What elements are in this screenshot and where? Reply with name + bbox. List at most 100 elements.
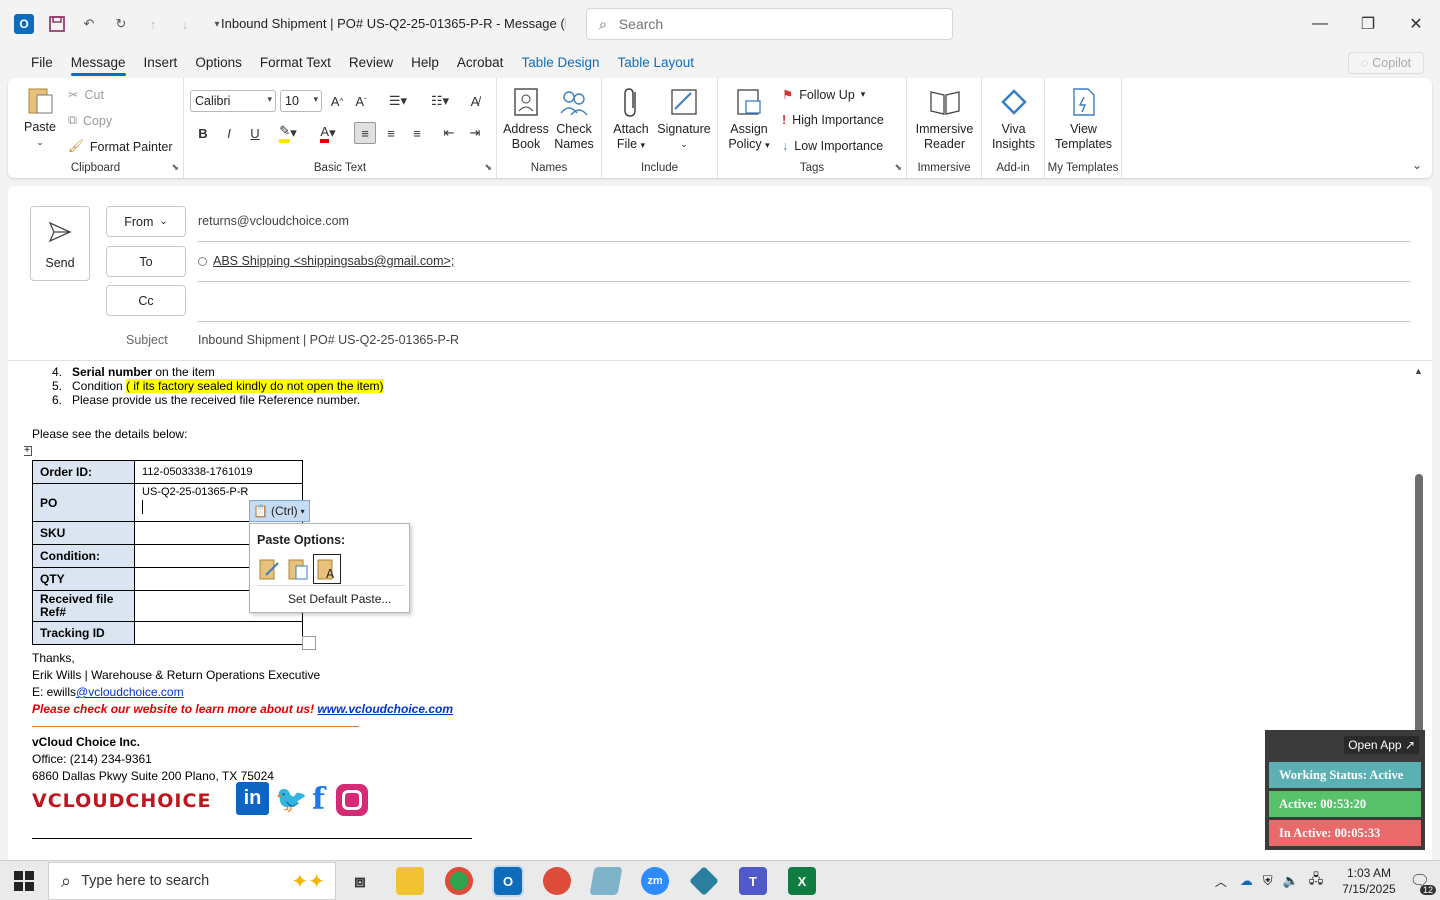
increase-indent-icon[interactable]: ⇥ — [464, 122, 486, 144]
to-field[interactable]: ABS Shipping <shippingsabs@gmail.com>; — [198, 254, 454, 268]
table-move-handle-icon[interactable]: + — [24, 446, 32, 456]
volume-icon[interactable]: 🔈 — [1283, 873, 1299, 889]
undo-icon[interactable]: ↶ — [80, 15, 98, 33]
keep-text-only-icon[interactable]: A — [313, 554, 341, 584]
attach-file-button[interactable]: Attach File ▾ — [606, 86, 656, 153]
dialog-launcher-icon[interactable]: ⬊ — [484, 162, 492, 173]
clock[interactable]: 1:03 AM 7/15/2025 — [1342, 865, 1395, 897]
file-explorer-icon[interactable] — [396, 867, 424, 895]
align-left-icon[interactable]: ≡ — [354, 122, 376, 144]
align-right-icon[interactable]: ≡ — [406, 122, 428, 144]
shrink-font-icon[interactable]: Aˇ — [350, 90, 372, 112]
tab-insert[interactable]: Insert — [135, 48, 187, 78]
scroll-up-icon[interactable]: ▲ — [1414, 366, 1423, 376]
grow-font-icon[interactable]: A ^ — [326, 90, 348, 112]
facebook-icon[interactable]: f — [312, 782, 325, 817]
search-box[interactable]: ⌕ — [586, 8, 953, 40]
keep-source-formatting-icon[interactable] — [257, 556, 281, 582]
font-name-select[interactable]: Calibri ▾ — [190, 90, 276, 112]
tab-table-design[interactable]: Table Design — [512, 48, 608, 78]
tab-review[interactable]: Review — [340, 48, 402, 78]
address-book-button[interactable]: Address Book — [503, 86, 549, 152]
open-app-button[interactable]: Open App ↗ — [1344, 736, 1419, 754]
recipient-token[interactable]: ABS Shipping <shippingsabs@gmail.com>; — [213, 254, 454, 268]
redo-icon[interactable]: ↻ — [112, 15, 130, 33]
send-button[interactable]: Send — [30, 206, 90, 281]
twitter-icon[interactable]: 🐦 — [275, 784, 307, 815]
numbering-icon[interactable]: ☷▾ — [422, 90, 458, 112]
tab-acrobat[interactable]: Acrobat — [448, 48, 513, 78]
paste-options-button[interactable]: 📋 (Ctrl) ▾ — [249, 500, 310, 522]
bold-button[interactable]: B — [192, 122, 214, 144]
zoom-icon[interactable]: zm — [641, 867, 669, 895]
clear-formatting-icon[interactable]: A̸ — [464, 90, 486, 112]
viva-insights-button[interactable]: Viva Insights — [986, 86, 1041, 152]
save-icon[interactable] — [48, 15, 66, 33]
previous-item-icon[interactable]: ↑ — [144, 15, 162, 33]
cut-button[interactable]: ✂ Cut — [68, 87, 104, 103]
view-templates-button[interactable]: View Templates — [1049, 86, 1118, 152]
chrome-icon[interactable] — [445, 867, 473, 895]
email-link[interactable]: @vcloudchoice.com — [76, 685, 184, 699]
collapse-ribbon-icon[interactable]: ⌄ — [1412, 158, 1422, 172]
tab-table-layout[interactable]: Table Layout — [608, 48, 703, 78]
from-button[interactable]: From ⌄ — [106, 206, 186, 237]
copilot-button[interactable]: ◌ Copilot — [1348, 52, 1424, 74]
network-icon[interactable]: 🖧 — [1309, 870, 1324, 892]
website-link[interactable]: www.vcloudchoice.com — [317, 702, 453, 716]
highlight-icon[interactable]: ✎ ▾ — [272, 122, 304, 144]
paste-button[interactable]: Paste ⌄ — [20, 84, 60, 150]
tab-options[interactable]: Options — [186, 48, 251, 78]
immersive-reader-button[interactable]: Immersive Reader — [911, 86, 978, 152]
app2-icon[interactable] — [689, 866, 719, 896]
onedrive-icon[interactable]: ☁ — [1240, 873, 1253, 889]
security-icon[interactable]: ⛨ — [1263, 873, 1273, 889]
cc-button[interactable]: Cc — [106, 285, 186, 316]
instagram-icon[interactable] — [336, 784, 368, 816]
teams-icon[interactable]: T — [739, 867, 767, 895]
tab-format-text[interactable]: Format Text — [251, 48, 340, 78]
dialog-launcher-icon[interactable]: ⬊ — [894, 162, 902, 173]
bullets-icon[interactable]: ☰▾ — [380, 90, 416, 112]
follow-up-button[interactable]: ⚑ Follow Up ▾ — [782, 87, 865, 103]
underline-button[interactable]: U — [244, 122, 266, 144]
excel-icon[interactable]: X — [788, 867, 816, 895]
cc-field[interactable] — [198, 321, 1410, 322]
app-icon[interactable] — [589, 867, 623, 895]
notification-icon[interactable]: 🗨 12 — [1410, 871, 1436, 895]
low-importance-button[interactable]: ↓ Low Importance — [782, 139, 883, 153]
task-view-icon[interactable]: ⧈ — [346, 867, 374, 895]
taskbar-search[interactable]: ⌕ Type here to search ✦✦ — [48, 862, 336, 900]
signature-button[interactable]: Signature ⌄ — [656, 86, 712, 152]
close-button[interactable]: ✕ — [1392, 0, 1440, 48]
check-names-button[interactable]: Check Names — [551, 86, 597, 152]
format-painter-button[interactable]: 🖌 Format Painter — [68, 139, 173, 154]
linkedin-icon[interactable]: in — [236, 782, 269, 815]
next-item-icon[interactable]: ↓ — [176, 15, 194, 33]
message-body[interactable]: 4. Serial number on the item 5. Condition … — [24, 362, 1404, 860]
subject-field[interactable]: Inbound Shipment | PO# US-Q2-25-01365-P-… — [198, 333, 459, 347]
tab-file[interactable]: File — [22, 48, 62, 78]
minimize-button[interactable]: — — [1296, 0, 1344, 48]
windows-start-icon[interactable] — [14, 871, 34, 891]
decrease-indent-icon[interactable]: ⇤ — [438, 122, 460, 144]
assign-policy-button[interactable]: Assign Policy ▾ — [724, 86, 774, 153]
font-color-icon[interactable]: A ▾ — [312, 122, 344, 144]
dialog-launcher-icon[interactable]: ⬊ — [171, 162, 179, 173]
chrome-profile-icon[interactable] — [543, 867, 571, 895]
merge-formatting-icon[interactable] — [286, 556, 310, 582]
align-center-icon[interactable]: ≡ — [380, 122, 402, 144]
font-size-select[interactable]: 10 ▾ — [280, 90, 322, 112]
high-importance-button[interactable]: ! High Importance — [782, 113, 884, 127]
tab-message[interactable]: Message — [62, 48, 135, 78]
restore-button[interactable]: ❐ — [1344, 0, 1392, 48]
copy-button[interactable]: ⧉ Copy — [68, 113, 112, 128]
set-default-paste-item[interactable]: Set Default Paste... — [288, 592, 391, 606]
search-input[interactable] — [618, 16, 919, 32]
tab-help[interactable]: Help — [402, 48, 448, 78]
italic-button[interactable]: I — [218, 122, 240, 144]
table-resize-handle[interactable] — [302, 636, 316, 650]
to-button[interactable]: To — [106, 246, 186, 277]
chevron-up-icon[interactable]: ︿ — [1215, 873, 1227, 890]
outlook-taskbar-icon[interactable]: O — [492, 865, 524, 897]
